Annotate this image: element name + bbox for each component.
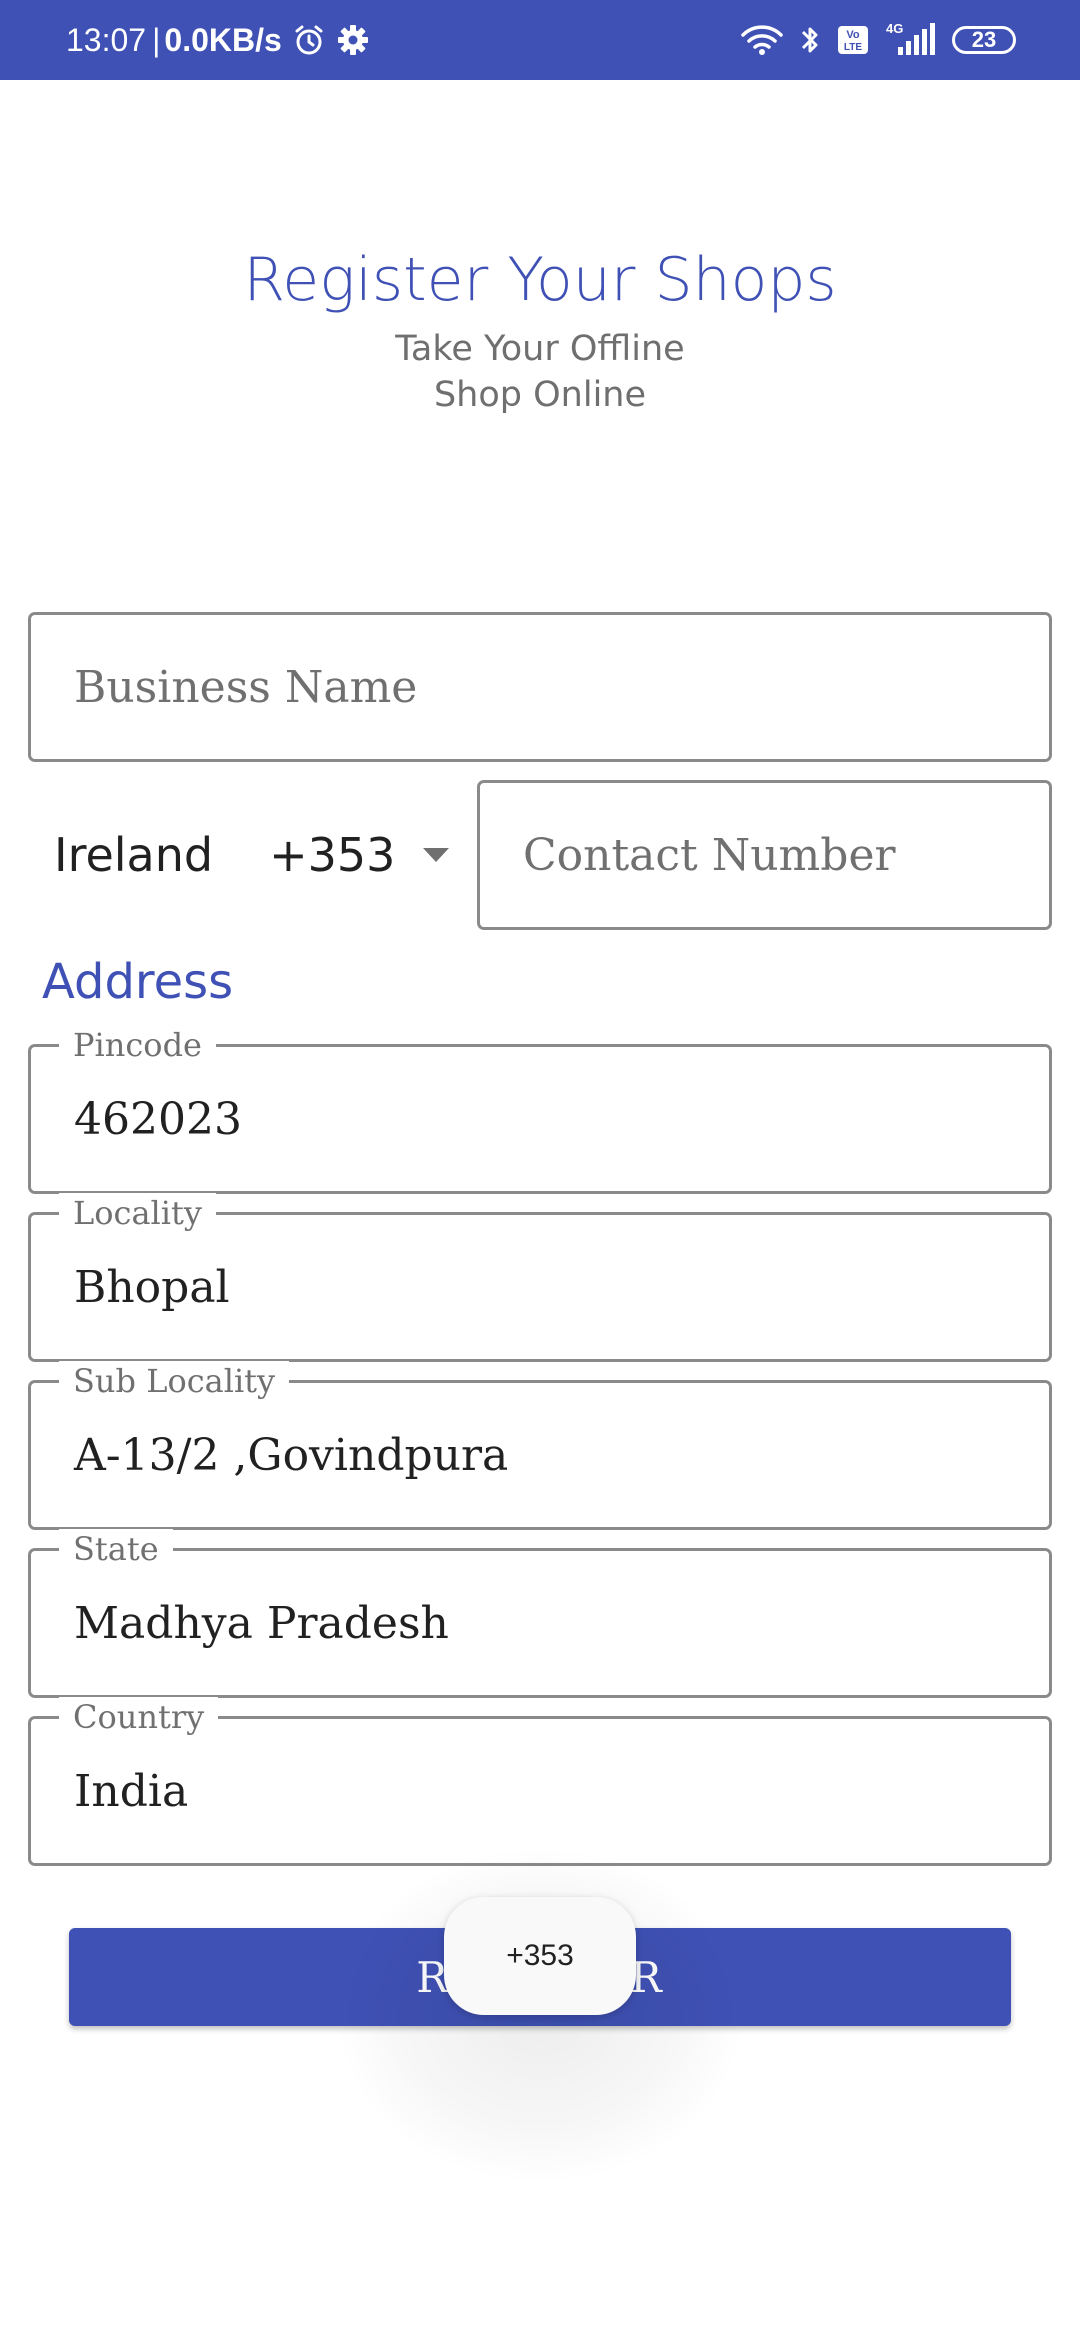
toast-message: +353 bbox=[444, 1897, 636, 2015]
state-value: Madhya Pradesh bbox=[74, 1597, 449, 1649]
wifi-icon bbox=[740, 23, 784, 57]
status-left: 13:07 | 0.0KB/s bbox=[66, 0, 370, 80]
dropdown-arrow-icon bbox=[421, 846, 451, 864]
sub-locality-field[interactable]: Sub Locality A-13/2 ,Govindpura bbox=[28, 1361, 1052, 1530]
country-name: Ireland bbox=[54, 828, 214, 882]
alarm-icon bbox=[292, 23, 326, 57]
pincode-field[interactable]: Pincode 462023 bbox=[28, 1025, 1052, 1194]
page-title: Register Your Shops bbox=[243, 245, 837, 315]
locality-field[interactable]: Locality Bhopal bbox=[28, 1193, 1052, 1362]
battery-level: 23 bbox=[971, 27, 997, 52]
status-bar: 13:07 | 0.0KB/s Vo LTE 4G 23 bbox=[0, 0, 1080, 80]
battery-icon: 23 bbox=[952, 26, 1016, 54]
locality-value: Bhopal bbox=[74, 1261, 230, 1313]
business-name-field[interactable]: Business Name bbox=[28, 612, 1052, 762]
subtitle-line-1: Take Your Offline bbox=[395, 329, 685, 369]
status-right: Vo LTE 4G 23 bbox=[740, 0, 1016, 80]
svg-text:LTE: LTE bbox=[844, 42, 862, 53]
sub-locality-value: A-13/2 ,Govindpura bbox=[74, 1429, 509, 1481]
business-name-placeholder: Business Name bbox=[74, 661, 418, 713]
volte-icon: Vo LTE bbox=[836, 23, 870, 57]
status-separator: | bbox=[152, 21, 161, 58]
contact-number-field[interactable]: Contact Number bbox=[477, 780, 1052, 930]
network-type-label: 4G bbox=[886, 21, 903, 36]
settings-icon bbox=[336, 23, 370, 57]
dial-code: +353 bbox=[269, 828, 396, 882]
country-code-picker[interactable]: Ireland +353 bbox=[54, 800, 451, 910]
contact-number-placeholder: Contact Number bbox=[523, 829, 896, 881]
status-time: 13:07 bbox=[66, 21, 147, 58]
address-heading: Address bbox=[42, 954, 234, 1010]
state-field[interactable]: State Madhya Pradesh bbox=[28, 1529, 1052, 1698]
country-value: India bbox=[74, 1765, 189, 1817]
svg-text:Vo: Vo bbox=[846, 29, 860, 41]
page-subtitle: Take Your Offline Shop Online bbox=[0, 326, 1080, 418]
signal-icon: 4G bbox=[884, 21, 938, 59]
network-speed: 0.0KB/s bbox=[164, 21, 282, 58]
subtitle-line-2: Shop Online bbox=[433, 375, 647, 415]
country-field[interactable]: Country India bbox=[28, 1697, 1052, 1866]
pincode-value: 462023 bbox=[74, 1093, 242, 1145]
bluetooth-icon bbox=[798, 23, 822, 57]
